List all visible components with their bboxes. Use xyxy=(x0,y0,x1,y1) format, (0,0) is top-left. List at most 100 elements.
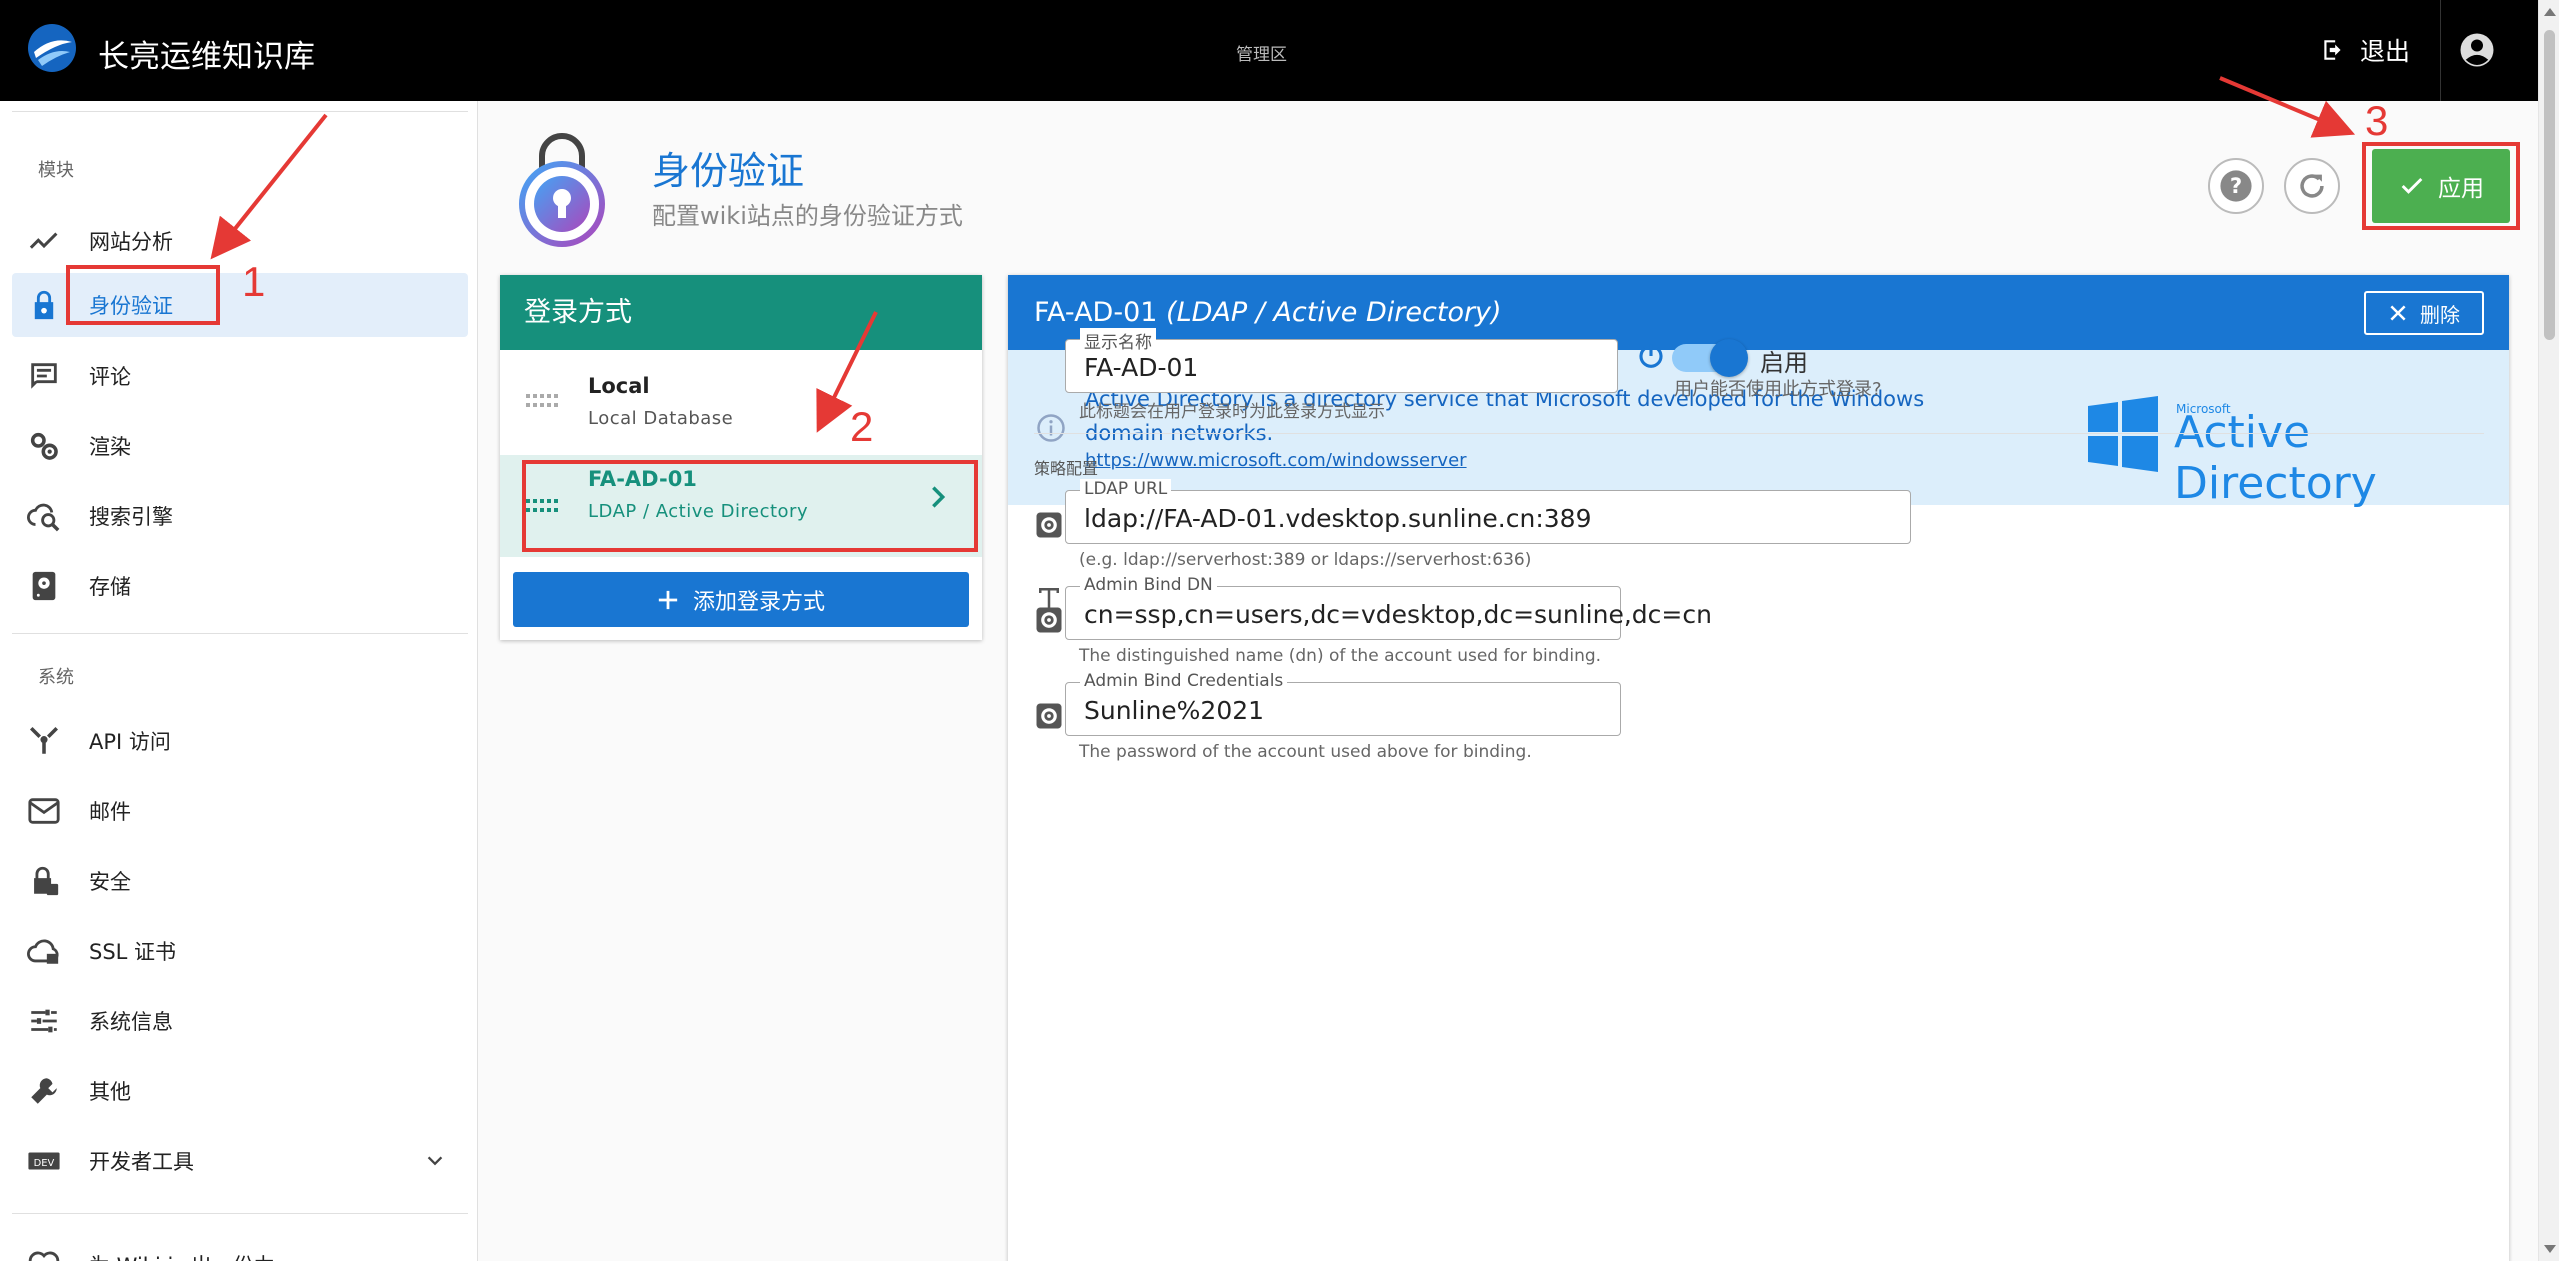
delete-button[interactable]: 删除 xyxy=(2364,291,2484,335)
settings-box-icon xyxy=(1036,512,1062,538)
scroll-down-arrow-icon[interactable] xyxy=(2544,1245,2556,1253)
login-method-item[interactable]: Local Local Database xyxy=(500,350,982,452)
sidebar-item-analytics[interactable]: 网站分析 xyxy=(12,209,468,273)
sidebar-item-label: 开发者工具 xyxy=(89,1150,194,1174)
display-name-hint: 此标题会在用户登录时为此登录方式显示 xyxy=(1079,402,1385,422)
sidebar-item-label: 渲染 xyxy=(89,435,131,459)
sidebar-item-security[interactable]: 安全 xyxy=(12,849,468,913)
strategy-website-link[interactable]: https://www.microsoft.com/windowsserver xyxy=(1085,450,1467,471)
logout-button[interactable]: 退出 xyxy=(2320,30,2410,70)
close-icon xyxy=(2390,305,2406,321)
sidebar-section-modules: 模块 xyxy=(38,160,74,181)
power-icon xyxy=(1639,344,1663,368)
sidebar-item-ssl[interactable]: SSL 证书 xyxy=(12,919,468,983)
ldap-url-field[interactable]: LDAP URL ldap://FA-AD-01.vdesktop.sunlin… xyxy=(1065,479,1911,544)
admin-bind-credentials-value: Sunline%2021 xyxy=(1084,696,1265,725)
login-method-subtitle: Local Database xyxy=(588,408,734,429)
sidebar-item-storage[interactable]: 存储 xyxy=(12,554,468,618)
sidebar-item-dev-tools[interactable]: DEV 开发者工具 xyxy=(12,1129,468,1193)
delete-label: 删除 xyxy=(2420,302,2460,327)
svg-text:?: ? xyxy=(2230,174,2242,199)
ldap-url-hint: (e.g. ldap://serverhost:389 or ldaps://s… xyxy=(1079,550,1532,570)
dev-icon: DEV xyxy=(26,1143,62,1179)
annotation-box-3 xyxy=(2362,142,2520,230)
page-title: 身份验证 xyxy=(652,149,805,193)
sidebar-section-system: 系统 xyxy=(38,667,74,688)
topbar-divider xyxy=(2440,0,2441,101)
wikijs-logo-icon[interactable] xyxy=(26,22,78,74)
lock-icon xyxy=(26,287,62,323)
sidebar-item-label: 邮件 xyxy=(89,800,131,824)
sidebar-item-label: API 访问 xyxy=(89,730,171,754)
mail-icon xyxy=(26,793,62,829)
sidebar-item-label: 评论 xyxy=(89,365,131,389)
section-divider xyxy=(1034,433,2484,434)
refresh-button[interactable] xyxy=(2284,158,2340,214)
login-method-title: Local xyxy=(588,374,650,398)
sidebar-item-contribute[interactable]: 为 Wiki.js 出一份力 xyxy=(12,1233,468,1261)
sidebar-item-other[interactable]: 其他 xyxy=(12,1059,468,1123)
admin-area-label: 管理区 xyxy=(1236,45,1287,65)
chevron-down-icon xyxy=(427,1156,443,1166)
svg-text:DEV: DEV xyxy=(34,1158,55,1169)
admin-bind-dn-value: cn=ssp,cn=users,dc=vdesktop,dc=sunline,d… xyxy=(1084,600,1712,629)
ldap-url-value: ldap://FA-AD-01.vdesktop.sunline.cn:389 xyxy=(1084,504,1592,533)
admin-bind-dn-field[interactable]: Admin Bind DN cn=ssp,cn=users,dc=vdeskto… xyxy=(1065,575,1712,640)
drag-handle-icon[interactable] xyxy=(526,394,558,408)
page-scrollbar[interactable] xyxy=(2538,0,2559,1261)
settings-box-icon xyxy=(1036,607,1062,633)
sidebar-item-rendering[interactable]: 渲染 xyxy=(12,414,468,478)
admin-bind-dn-label: Admin Bind DN xyxy=(1080,575,1217,595)
enable-label: 启用 xyxy=(1760,349,1808,377)
scrollbar-thumb[interactable] xyxy=(2544,30,2555,340)
admin-bind-credentials-hint: The password of the account used above f… xyxy=(1079,742,1532,762)
settings-box-icon xyxy=(1036,703,1062,729)
shield-lock-icon xyxy=(26,863,62,899)
strategy-name: FA-AD-01 xyxy=(1034,297,1158,328)
annotation-box-2 xyxy=(522,460,978,552)
display-name-value: FA-AD-01 xyxy=(1084,353,1199,382)
login-methods-card: 登录方式 Local Local Database FA-AD-01 LDAP … xyxy=(500,275,982,640)
sidebar-item-label: 为 Wiki.js 出一份力 xyxy=(89,1250,275,1261)
sidebar-divider xyxy=(12,633,468,634)
sidebar-item-comments[interactable]: 评论 xyxy=(12,344,468,408)
enable-toggle[interactable] xyxy=(1672,339,1748,377)
admin-bind-credentials-field[interactable]: Admin Bind Credentials Sunline%2021 xyxy=(1065,671,1621,736)
sidebar-item-search-engine[interactable]: 搜索引擎 xyxy=(12,484,468,548)
help-icon: ? xyxy=(2220,170,2252,202)
annotation-label-1: 1 xyxy=(242,258,266,305)
logout-label: 退出 xyxy=(2360,37,2411,66)
sidebar-item-label: 网站分析 xyxy=(89,230,173,254)
search-cloud-icon xyxy=(26,498,62,534)
scroll-up-arrow-icon[interactable] xyxy=(2544,8,2556,16)
login-methods-header: 登录方式 xyxy=(500,275,982,350)
comment-icon xyxy=(26,358,62,394)
page-subtitle: 配置wiki站点的身份验证方式 xyxy=(652,202,963,230)
cloud-lock-icon xyxy=(26,933,62,969)
display-name-field-box[interactable]: 显示名称 FA-AD-01 xyxy=(1065,328,1618,393)
sidebar-divider xyxy=(12,1213,468,1214)
add-login-method-button[interactable]: 添加登录方式 xyxy=(513,572,969,627)
strategy-config-heading: 策略配置 xyxy=(1034,459,1099,478)
sidebar-item-mail[interactable]: 邮件 xyxy=(12,779,468,843)
annotation-box-1 xyxy=(66,265,220,325)
account-icon[interactable] xyxy=(2459,32,2495,68)
annotation-label-3: 3 xyxy=(2365,97,2389,144)
sidebar-item-system-info[interactable]: 系统信息 xyxy=(12,989,468,1053)
wrench-icon xyxy=(26,1073,62,1109)
display-name-label: 显示名称 xyxy=(1080,328,1156,353)
sidebar-item-label: 其他 xyxy=(89,1080,131,1104)
add-login-method-label: 添加登录方式 xyxy=(692,589,825,615)
admin-bind-dn-hint: The distinguished name (dn) of the accou… xyxy=(1079,646,1602,666)
padlock-icon xyxy=(519,133,605,247)
sidebar-item-label: SSL 证书 xyxy=(89,940,177,964)
sliders-icon xyxy=(26,1003,62,1039)
site-title[interactable]: 长亮运维知识库 xyxy=(98,31,315,76)
plus-icon xyxy=(658,590,678,609)
cogs-icon xyxy=(26,428,62,464)
active-directory-logo-text: Active Directory xyxy=(2174,407,2377,509)
help-button[interactable]: ? xyxy=(2208,158,2264,214)
sidebar-item-api[interactable]: API 访问 xyxy=(12,709,468,773)
strategy-type: (LDAP / Active Directory) xyxy=(1166,297,1502,328)
top-app-bar: 长亮运维知识库 管理区 退出 xyxy=(0,0,2559,101)
